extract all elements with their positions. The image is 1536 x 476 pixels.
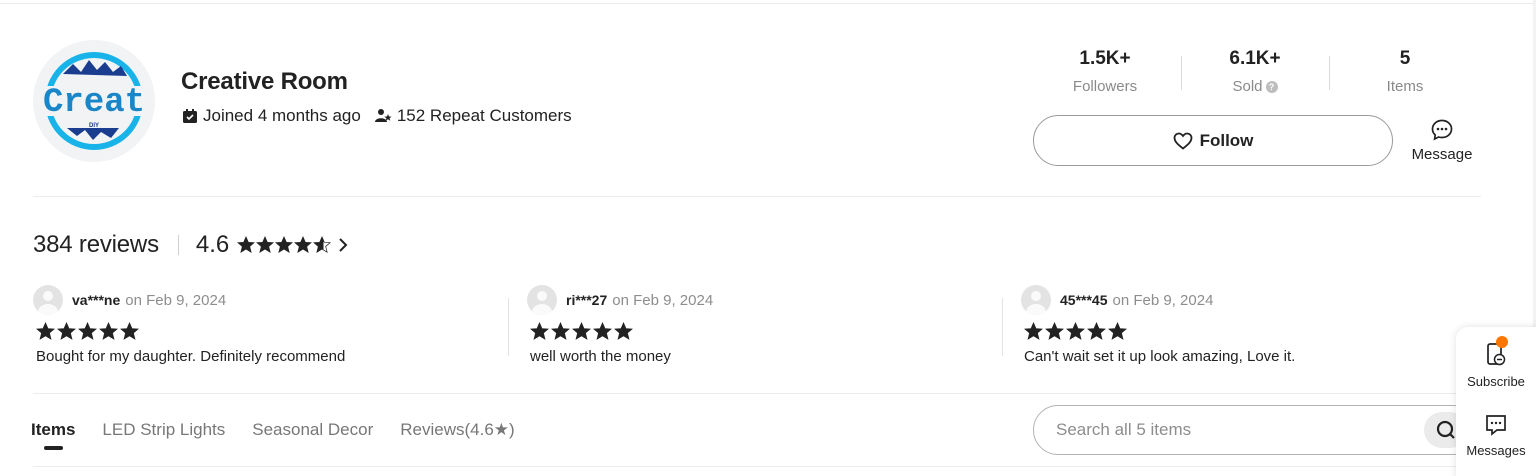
star-icon	[1087, 322, 1106, 340]
star-icon	[614, 322, 633, 340]
chevron-right-icon[interactable]	[337, 236, 349, 254]
messages-label: Messages	[1466, 443, 1526, 458]
rating-stars	[237, 236, 332, 254]
stat-items: 5 Items	[1340, 48, 1470, 95]
star-icon	[551, 322, 570, 340]
review-date: on Feb 9, 2024	[1112, 291, 1214, 309]
star-icon	[313, 236, 332, 253]
tab-led-strip-lights[interactable]: LED Strip Lights	[102, 420, 225, 440]
avatar	[527, 285, 557, 315]
logo-subtext: DIY	[89, 123, 99, 129]
subscribe-label: Subscribe	[1467, 374, 1525, 389]
review-text: Can't wait set it up look amazing, Love …	[1024, 348, 1296, 365]
store-logo[interactable]: Creat DIY	[33, 40, 155, 162]
stat-sold: 6.1K+ Sold?	[1190, 48, 1320, 95]
review-card: ri***27 on Feb 9, 2024 well worth the mo…	[527, 285, 987, 365]
message-label: Message	[1411, 146, 1473, 163]
summary-divider	[177, 235, 179, 255]
floating-side-rail: Subscribe Messages	[1456, 327, 1536, 476]
store-calendar-icon	[181, 107, 199, 125]
stat-divider	[1181, 56, 1182, 90]
star-icon	[1108, 322, 1127, 340]
messages-icon	[1486, 415, 1506, 436]
reviews-summary[interactable]: 384 reviews 4.6	[33, 231, 349, 259]
review-card: va***ne on Feb 9, 2024 Bought for my dau…	[33, 285, 493, 365]
info-icon[interactable]: ?	[1265, 80, 1278, 93]
active-tab-indicator	[44, 446, 63, 450]
review-date: on Feb 9, 2024	[612, 291, 714, 309]
followers-value: 1.5K+	[1079, 48, 1131, 69]
review-username: 45***45	[1060, 292, 1108, 308]
message-button[interactable]: Message	[1404, 118, 1480, 163]
section-divider	[33, 393, 1481, 394]
reviews-count: 384 reviews	[33, 231, 159, 258]
messages-button[interactable]: Messages	[1456, 413, 1536, 458]
items-label: Items	[1386, 78, 1424, 95]
store-meta: Joined 4 months ago 152 Repeat Customers	[181, 106, 572, 126]
chat-bubble-icon	[1431, 119, 1453, 141]
tab-seasonal-decor[interactable]: Seasonal Decor	[252, 420, 373, 440]
repeat-customers-text: 152 Repeat Customers	[396, 106, 572, 125]
top-divider	[0, 3, 1536, 4]
sold-label: Sold	[1232, 78, 1263, 95]
review-date: on Feb 9, 2024	[125, 291, 227, 309]
follow-button[interactable]: Follow	[1033, 115, 1393, 166]
star-icon	[530, 322, 549, 340]
follow-label: Follow	[1199, 130, 1254, 150]
review-username: ri***27	[566, 292, 608, 308]
star-icon	[99, 322, 118, 340]
review-text: well worth the money	[530, 348, 671, 365]
review-divider	[508, 298, 509, 356]
star-icon	[1045, 322, 1064, 340]
sold-value: 6.1K+	[1229, 48, 1281, 69]
review-divider	[1002, 298, 1003, 356]
star-icon	[256, 236, 275, 253]
items-value: 5	[1399, 48, 1411, 69]
store-tabs: Items LED Strip Lights Seasonal Decor Re…	[31, 420, 515, 440]
joined-text: Joined 4 months ago	[203, 106, 361, 125]
star-icon	[572, 322, 591, 340]
followers-label: Followers	[1072, 78, 1138, 95]
section-divider	[33, 466, 1481, 467]
heart-icon	[1173, 132, 1192, 150]
star-icon	[36, 322, 55, 340]
stat-followers: 1.5K+ Followers	[1040, 48, 1170, 95]
tab-reviews[interactable]: Reviews(4.6★)	[400, 420, 514, 440]
star-icon	[1024, 322, 1043, 340]
stat-divider	[1329, 56, 1330, 90]
avatar	[33, 285, 63, 315]
avatar	[1021, 285, 1051, 315]
review-card: 45***45 on Feb 9, 2024 Can't wait set it…	[1021, 285, 1481, 365]
store-name[interactable]: Creative Room	[181, 68, 348, 96]
star-icon	[57, 322, 76, 340]
star-icon	[120, 322, 139, 340]
subscribe-button[interactable]: Subscribe	[1456, 336, 1536, 389]
review-username: va***ne	[72, 292, 121, 308]
review-text: Bought for my daughter. Definitely recom…	[36, 348, 346, 365]
average-rating: 4.6	[195, 231, 230, 258]
tab-items[interactable]: Items	[31, 420, 75, 440]
logo-wordmark: Creat	[43, 84, 145, 122]
search-input[interactable]	[1034, 406, 1414, 454]
star-icon	[237, 236, 256, 253]
review-stars	[530, 322, 987, 341]
star-icon	[275, 236, 294, 253]
store-search	[1033, 405, 1478, 455]
star-icon	[294, 236, 313, 253]
star-icon	[593, 322, 612, 340]
review-stars	[1024, 322, 1481, 341]
star-icon	[78, 322, 97, 340]
review-stars	[36, 322, 493, 341]
notification-dot	[1496, 336, 1508, 348]
section-divider	[33, 196, 1481, 197]
star-icon	[1066, 322, 1085, 340]
repeat-customers-icon	[374, 107, 393, 125]
store-logo-graphic: Creat DIY	[39, 52, 149, 150]
